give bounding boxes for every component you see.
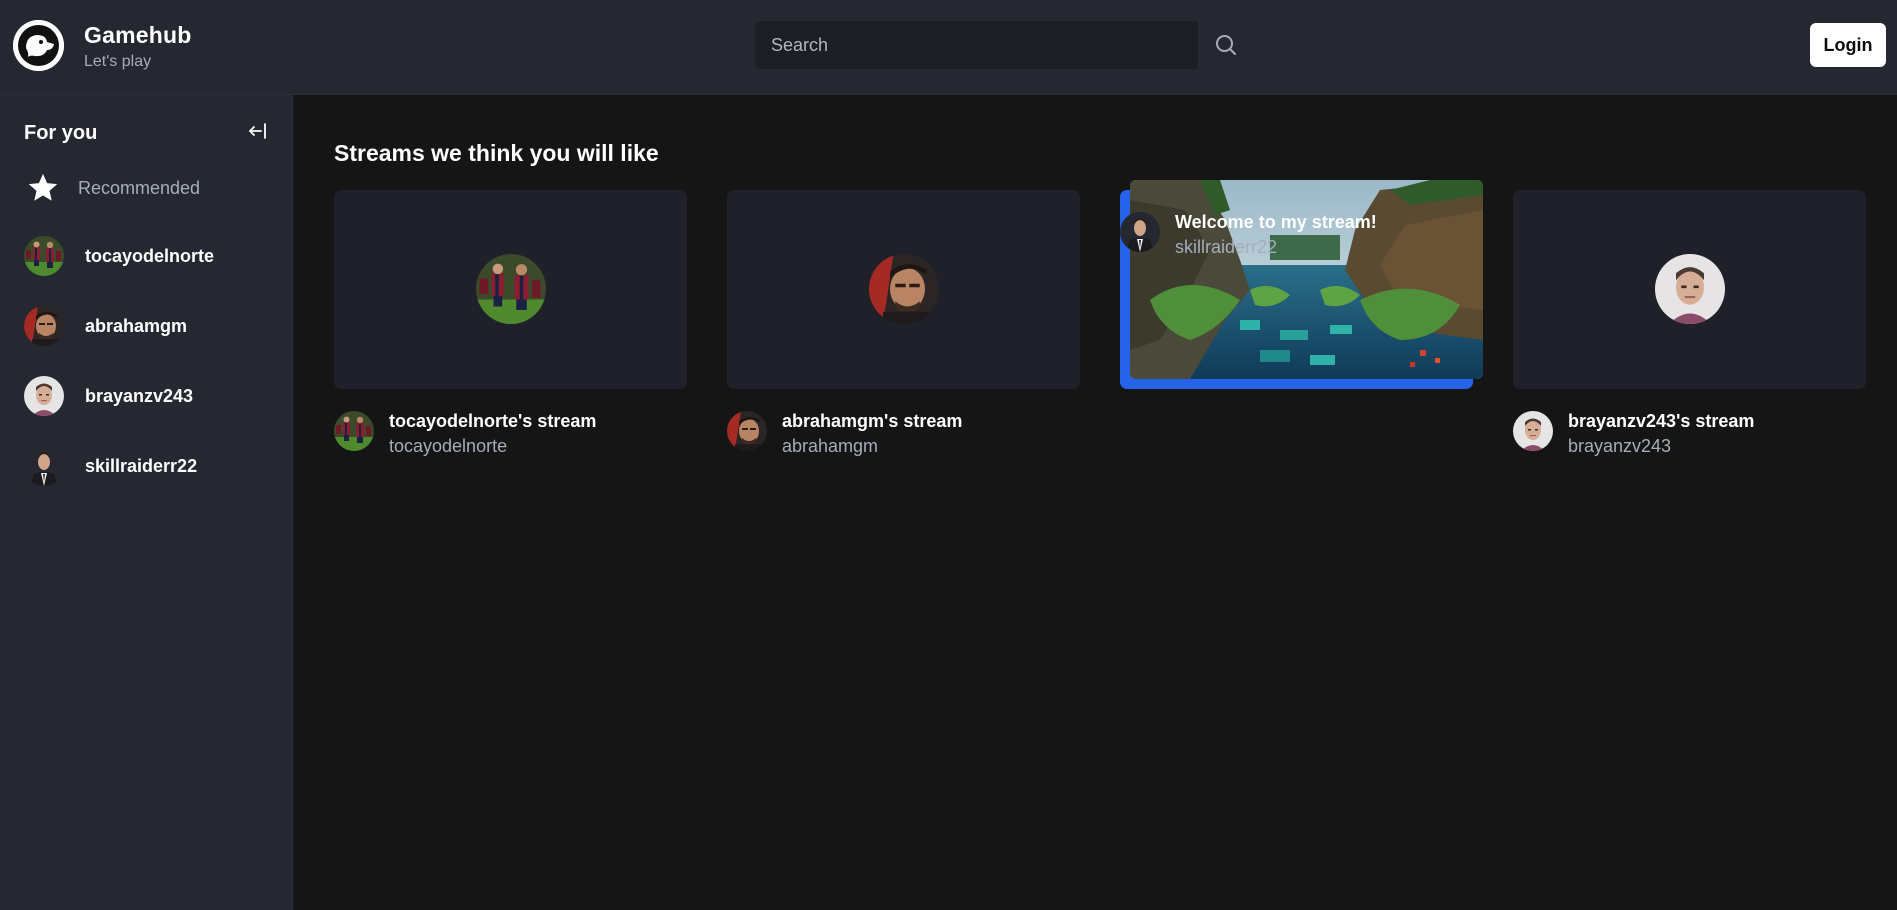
- stream-info: brayanzv243's stream brayanzv243: [1513, 411, 1866, 457]
- brand-tagline: Let's play: [84, 53, 152, 70]
- stream-thumbnail[interactable]: [1513, 190, 1866, 389]
- avatar: [24, 446, 64, 486]
- recommended-section: Recommended: [26, 170, 266, 206]
- sidebar-item-label: abrahamgm: [85, 315, 188, 336]
- star-icon: [26, 171, 60, 205]
- stream-info: tocayodelnorte's stream tocayodelnorte: [334, 411, 687, 457]
- sidebar-item-label: tocayodelnorte: [85, 245, 215, 266]
- top-header: Gamehub Let's play Search Login: [0, 0, 1897, 95]
- sidebar-item-brayanzv243[interactable]: brayanzv243: [24, 376, 274, 416]
- stream-card[interactable]: Welcome to my stream! skillraiderr22: [1120, 180, 1483, 389]
- stream-card[interactable]: abrahamgm's stream abrahamgm: [727, 190, 1080, 457]
- stream-preview-image: [1130, 180, 1483, 379]
- search-input[interactable]: Search: [755, 21, 1198, 69]
- avatar: [476, 254, 546, 324]
- avatar: [1655, 254, 1725, 324]
- stream-username[interactable]: brayanzv243: [1568, 436, 1671, 457]
- page-title: Streams we think you will like: [334, 140, 659, 166]
- stream-title[interactable]: Welcome to my stream!: [1175, 212, 1377, 233]
- avatar: [869, 254, 939, 324]
- avatar[interactable]: [1513, 411, 1553, 451]
- sidebar: For you Recommended tocayodelnorte abrah…: [0, 95, 293, 910]
- stream-title[interactable]: brayanzv243's stream: [1568, 411, 1754, 432]
- stream-thumbnail[interactable]: [727, 190, 1080, 389]
- login-button[interactable]: Login: [1810, 23, 1886, 67]
- arrow-left-to-line-icon: [246, 119, 270, 143]
- avatar: [24, 376, 64, 416]
- sidebar-item-skillraiderr22[interactable]: skillraiderr22: [24, 446, 274, 486]
- collapse-sidebar-button[interactable]: [246, 119, 270, 143]
- stream-username[interactable]: tocayodelnorte: [389, 436, 507, 457]
- sidebar-item-label: skillraiderr22: [85, 455, 198, 476]
- sidebar-item-tocayodelnorte[interactable]: tocayodelnorte: [24, 236, 274, 276]
- search-placeholder: Search: [771, 34, 829, 55]
- sidebar-item-abrahamgm[interactable]: abrahamgm: [24, 306, 274, 346]
- brand-name: Gamehub: [84, 22, 192, 48]
- stream-title[interactable]: tocayodelnorte's stream: [389, 411, 596, 432]
- avatar: [24, 306, 64, 346]
- gamehub-logo-icon[interactable]: [13, 20, 64, 71]
- stream-title[interactable]: abrahamgm's stream: [782, 411, 962, 432]
- stream-username[interactable]: abrahamgm: [782, 436, 878, 457]
- avatar[interactable]: [727, 411, 767, 451]
- stream-info: abrahamgm's stream abrahamgm: [727, 411, 1080, 457]
- sidebar-title: For you: [24, 122, 98, 144]
- avatar[interactable]: [1120, 212, 1160, 252]
- stream-thumbnail[interactable]: [334, 190, 687, 389]
- recommended-label: Recommended: [78, 177, 201, 198]
- search-button[interactable]: [1198, 21, 1253, 69]
- avatar[interactable]: [334, 411, 374, 451]
- stream-card[interactable]: tocayodelnorte's stream tocayodelnorte: [334, 190, 687, 457]
- stream-card[interactable]: brayanzv243's stream brayanzv243: [1513, 190, 1866, 457]
- avatar: [24, 236, 64, 276]
- search-icon: [1214, 33, 1238, 57]
- stream-info: Welcome to my stream! skillraiderr22: [1120, 212, 1473, 258]
- sidebar-item-label: brayanzv243: [85, 385, 194, 406]
- stream-username[interactable]: skillraiderr22: [1175, 237, 1277, 258]
